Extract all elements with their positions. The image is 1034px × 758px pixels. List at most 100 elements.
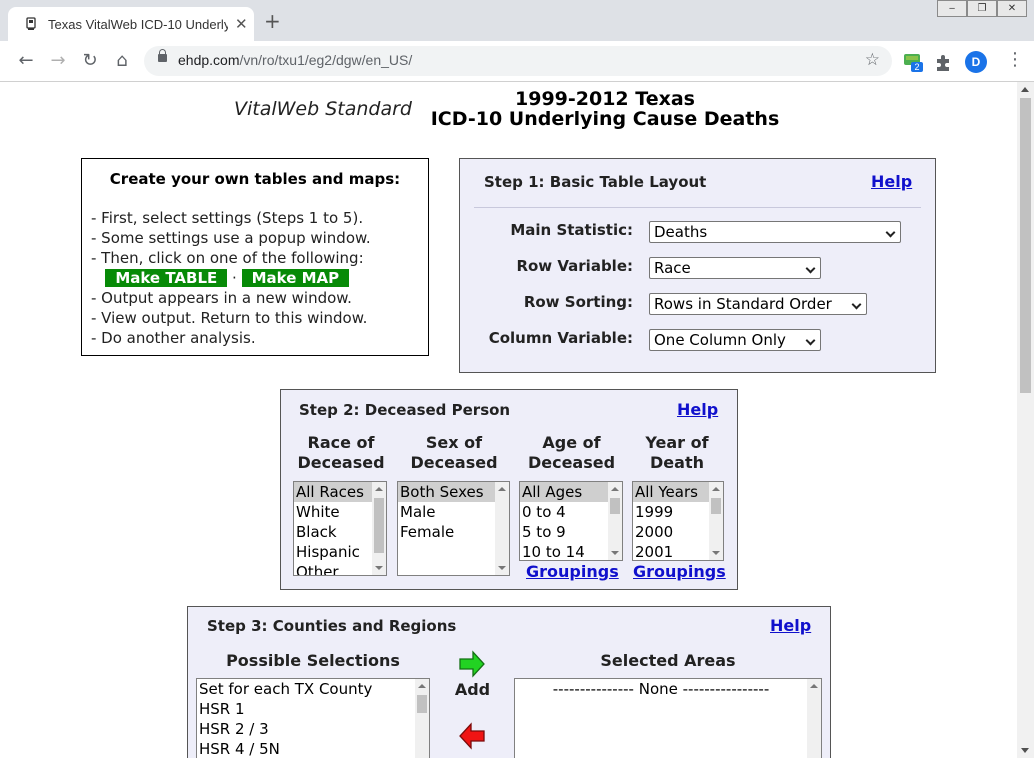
selected-areas-header: Selected Areas [600, 651, 736, 670]
bookmark-star-icon[interactable]: ☆ [865, 50, 880, 70]
instruction-item: - Then, click on one of the following: [91, 249, 364, 267]
make-map-button[interactable]: Make MAP [241, 269, 350, 287]
year-groupings-link[interactable]: Groupings [633, 562, 726, 581]
scroll-up-icon[interactable] [498, 487, 506, 491]
page-title-line2: ICD-10 Underlying Cause Deaths [430, 108, 780, 130]
back-icon[interactable]: ← [15, 50, 37, 72]
browser-tab[interactable]: Texas VitalWeb ICD-10 Underlying Cause D… [8, 7, 254, 41]
chevron-down-icon [851, 299, 862, 310]
extensions-puzzle-icon[interactable] [934, 52, 954, 72]
scrollbar-thumb[interactable] [610, 498, 620, 514]
scrollbar-thumb[interactable] [374, 498, 384, 553]
year-listbox[interactable]: All Years 1999 2000 2001 [632, 481, 724, 561]
lock-icon[interactable] [158, 49, 167, 62]
scroll-up-icon[interactable] [418, 684, 426, 688]
scrollbar-thumb[interactable] [711, 498, 721, 514]
page-title-line1: 1999-2012 Texas [515, 88, 695, 110]
list-item[interactable]: Male [398, 502, 509, 522]
add-arrow-icon[interactable] [458, 650, 486, 678]
forward-icon[interactable]: → [47, 50, 69, 72]
make-table-button[interactable]: Make TABLE [105, 269, 228, 287]
column-variable-select[interactable]: One Column Only [649, 329, 821, 351]
main-statistic-label: Main Statistic: [510, 221, 633, 239]
step3-panel: Step 3: Counties and Regions Help Possib… [187, 606, 831, 758]
extension-badge-icon[interactable]: 2 [903, 52, 923, 72]
close-window-button[interactable]: ✕ [997, 0, 1027, 17]
scroll-down-icon[interactable] [1021, 748, 1029, 753]
age-listbox[interactable]: All Ages 0 to 4 5 to 9 10 to 14 [519, 481, 623, 561]
page-scrollbar[interactable] [1017, 82, 1034, 758]
age-column-header: Age of Deceased [527, 433, 616, 472]
main-statistic-select[interactable]: Deaths [649, 221, 901, 243]
row-sorting-select[interactable]: Rows in Standard Order [649, 293, 867, 315]
step3-help-link[interactable]: Help [770, 616, 811, 635]
chevron-down-icon [805, 263, 816, 274]
step1-panel: Step 1: Basic Table Layout Help Main Sta… [459, 158, 936, 373]
sex-listbox[interactable]: Both Sexes Male Female [397, 481, 510, 576]
profile-avatar[interactable]: D [965, 51, 987, 73]
possible-selections-listbox[interactable]: Set for each TX County HSR 1 HSR 2 / 3 H… [196, 678, 430, 758]
scrollbar[interactable] [495, 482, 509, 575]
scroll-down-icon[interactable] [611, 551, 619, 555]
browser-tab-strip: Texas VitalWeb ICD-10 Underlying Cause D… [0, 0, 1034, 41]
instruction-item: - View output. Return to this window. [91, 309, 368, 327]
vitalweb-brand: VitalWeb Standard [234, 98, 412, 120]
scrollbar[interactable] [415, 679, 429, 758]
scroll-down-icon[interactable] [498, 566, 506, 570]
extension-badge-count: 2 [914, 62, 919, 72]
scrollbar[interactable] [608, 482, 622, 560]
instruction-button-row: Make TABLE · Make MAP [91, 268, 371, 288]
new-tab-icon[interactable]: + [264, 11, 281, 31]
reload-icon[interactable]: ↻ [79, 50, 101, 72]
scrollbar[interactable] [807, 679, 821, 758]
restore-window-button[interactable]: ❐ [967, 0, 997, 17]
list-item[interactable]: 10 to 14 [520, 542, 622, 560]
step1-help-link[interactable]: Help [871, 172, 912, 191]
scroll-down-icon[interactable] [375, 566, 383, 570]
scroll-up-icon[interactable] [712, 487, 720, 491]
scroll-up-icon[interactable] [611, 487, 619, 491]
site-favicon-icon [26, 17, 36, 30]
race-listbox[interactable]: All Races White Black Hispanic Other [293, 481, 387, 576]
selected-areas-listbox[interactable]: --------------- None ---------------- [514, 678, 822, 758]
list-item[interactable]: --------------- None ---------------- [515, 679, 821, 699]
scrollbar[interactable] [372, 482, 386, 575]
row-variable-select[interactable]: Race [649, 257, 821, 279]
address-bar[interactable]: ehdp.com/vn/ro/txu1/eg2/dgw/en_US/ ☆ [144, 46, 892, 76]
instruction-item: - Do another analysis. [91, 329, 256, 347]
scroll-up-icon[interactable] [375, 487, 383, 491]
url-text[interactable]: ehdp.com/vn/ro/txu1/eg2/dgw/en_US/ [178, 52, 412, 68]
instructions-box: Create your own tables and maps: - First… [81, 158, 429, 356]
list-item[interactable]: Both Sexes [398, 482, 509, 502]
page-title: 1999-2012 Texas ICD-10 Underlying Cause … [400, 89, 810, 129]
list-item[interactable]: HSR 1 [197, 699, 429, 719]
age-groupings-link[interactable]: Groupings [526, 562, 619, 581]
browser-toolbar: ← → ↻ ⌂ ehdp.com/vn/ro/txu1/eg2/dgw/en_U… [0, 41, 1034, 82]
scrollbar-thumb[interactable] [417, 695, 427, 713]
list-item[interactable]: All Ages [520, 482, 622, 502]
scroll-up-icon[interactable] [810, 684, 818, 688]
scroll-down-icon[interactable] [712, 551, 720, 555]
add-label[interactable]: Add [450, 680, 495, 700]
list-item[interactable]: HSR 4 / 5N [197, 739, 429, 758]
step2-help-link[interactable]: Help [677, 400, 718, 419]
home-icon[interactable]: ⌂ [111, 50, 133, 72]
scrollbar[interactable] [709, 482, 723, 560]
list-item[interactable]: Female [398, 522, 509, 542]
minimize-window-button[interactable]: ‒ [937, 0, 967, 17]
page-scrollbar-thumb[interactable] [1020, 98, 1031, 393]
list-item[interactable]: Set for each TX County [197, 679, 429, 699]
possible-selections-header: Possible Selections [226, 651, 400, 670]
remove-arrow-icon[interactable] [458, 722, 486, 750]
scroll-up-icon[interactable] [1021, 87, 1029, 92]
list-item[interactable]: HSR 2 / 3 [197, 719, 429, 739]
page-viewport: VitalWeb Standard 1999-2012 Texas ICD-10… [0, 82, 1034, 758]
list-item[interactable]: 0 to 4 [520, 502, 622, 522]
step1-title: Step 1: Basic Table Layout [484, 173, 707, 191]
step3-title: Step 3: Counties and Regions [207, 617, 457, 635]
list-item[interactable]: 5 to 9 [520, 522, 622, 542]
browser-menu-icon[interactable]: ⋮ [1006, 51, 1024, 69]
row-variable-label: Row Variable: [516, 257, 633, 275]
instruction-item: - First, select settings (Steps 1 to 5). [91, 209, 364, 227]
tab-close-icon[interactable]: ✕ [235, 15, 248, 33]
